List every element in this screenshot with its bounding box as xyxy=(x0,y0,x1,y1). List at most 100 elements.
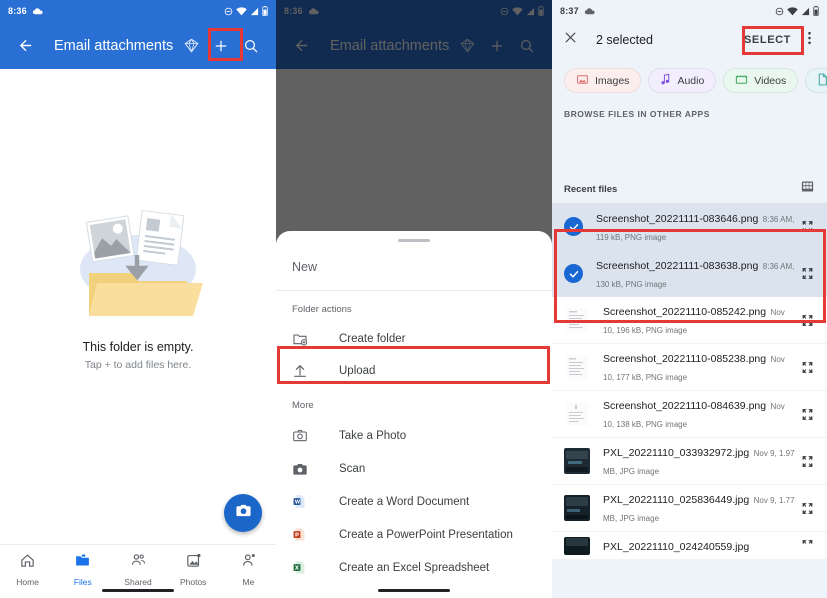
checked-icon[interactable] xyxy=(564,264,583,283)
file-row[interactable]: Screenshot_20221110-085238.png Nov 10, 1… xyxy=(552,344,827,391)
expand-icon[interactable] xyxy=(797,267,817,280)
nav-item-shared[interactable]: Shared xyxy=(110,552,165,587)
nav-item-me[interactable]: Me xyxy=(221,552,276,587)
menu-item-take-a-photo[interactable]: Take a Photo xyxy=(276,419,552,452)
image-icon xyxy=(576,73,589,89)
search-icon[interactable] xyxy=(236,31,266,61)
expand-icon[interactable] xyxy=(797,314,817,327)
empty-subtitle: Tap + to add files here. xyxy=(84,358,192,371)
file-row[interactable]: PXL_20221110_024240559.jpg xyxy=(552,532,827,560)
checked-icon[interactable] xyxy=(564,217,583,236)
document-icon xyxy=(817,73,827,89)
file-thumbnail xyxy=(564,448,590,474)
file-meta: PXL_20221110_024240559.jpg xyxy=(603,537,797,555)
cloud-icon xyxy=(584,7,595,15)
add-button[interactable] xyxy=(206,31,236,61)
signal-icon xyxy=(250,7,259,16)
file-row[interactable]: PXL_20221110_033932972.jpg Nov 9, 1.97 M… xyxy=(552,438,827,485)
nav-item-home[interactable]: Home xyxy=(0,552,55,587)
menu-item-scan[interactable]: Scan xyxy=(276,452,552,485)
video-icon xyxy=(735,73,748,89)
status-bar-left-3: 8:37 xyxy=(560,6,595,16)
back-arrow-icon[interactable] xyxy=(10,31,40,61)
file-meta: Screenshot_20221110-085242.png Nov 10, 1… xyxy=(603,302,797,338)
menu-label-take-a-photo: Take a Photo xyxy=(339,429,407,442)
nav-label-files: Files xyxy=(73,577,92,587)
menu-item-create-excel[interactable]: Create an Excel Spreadsheet xyxy=(276,551,552,584)
sheet-title: New xyxy=(276,242,552,291)
home-icon xyxy=(19,552,36,574)
expand-icon[interactable] xyxy=(797,502,817,515)
menu-label-upload: Upload xyxy=(339,365,376,377)
status-bar-3: 8:37 xyxy=(552,0,827,22)
expand-icon[interactable] xyxy=(797,455,817,468)
app-bar: Email attachments xyxy=(0,22,276,69)
battery-icon xyxy=(262,6,268,16)
nav-label-me: Me xyxy=(242,577,255,587)
camera-outline-icon xyxy=(292,428,314,444)
status-bar-left: 8:36 xyxy=(8,6,43,16)
nav-label-photos: Photos xyxy=(179,577,207,587)
status-bar: 8:36 xyxy=(0,0,276,22)
camera-fab-button[interactable] xyxy=(224,494,262,532)
file-thumbnail xyxy=(564,495,590,521)
wifi-icon xyxy=(236,6,247,16)
expand-icon[interactable] xyxy=(797,539,817,552)
chip-label-videos: Videos xyxy=(754,74,787,87)
file-meta: Screenshot_20221110-084639.png Nov 10, 1… xyxy=(603,396,797,432)
nav-item-files[interactable]: Files xyxy=(55,552,110,587)
close-icon[interactable] xyxy=(563,30,578,50)
section-label-folder-actions: Folder actions xyxy=(292,304,352,315)
menu-item-create-folder[interactable]: Create folder xyxy=(276,323,552,355)
chip-images[interactable]: Images xyxy=(564,68,642,93)
scan-camera-icon xyxy=(292,461,314,477)
diamond-icon[interactable] xyxy=(176,31,206,61)
expand-icon[interactable] xyxy=(797,361,817,374)
bottom-navigation: Home Files Shared Photos Me xyxy=(0,544,276,598)
battery-icon xyxy=(813,6,819,16)
chip-label-audio: Audio xyxy=(677,74,705,87)
panel-file-picker: 8:37 2 selected SELECT Images Audio Vide… xyxy=(552,0,827,598)
recent-files-header: Recent files xyxy=(552,175,827,203)
file-row[interactable]: Screenshot_20221110-085242.png Nov 10, 1… xyxy=(552,297,827,344)
more-vert-icon[interactable] xyxy=(803,30,816,51)
word-icon xyxy=(292,494,314,509)
recent-files-label: Recent files xyxy=(564,183,618,195)
music-note-icon xyxy=(660,73,671,89)
page-title: Email attachments xyxy=(54,37,174,54)
menu-label-scan: Scan xyxy=(339,462,366,475)
file-row[interactable]: PXL_20221110_025836449.jpg Nov 9, 1.77 M… xyxy=(552,485,827,532)
menu-item-create-powerpoint[interactable]: Create a PowerPoint Presentation xyxy=(276,518,552,551)
file-meta: Screenshot_20221111-083638.png 8:36 AM, … xyxy=(596,256,797,292)
file-name: PXL_20221110_025836449.jpg xyxy=(603,494,750,506)
upload-icon xyxy=(292,363,314,379)
browse-files-label: BROWSE FILES IN OTHER APPS xyxy=(564,109,710,119)
chip-audio[interactable]: Audio xyxy=(648,68,717,93)
file-row[interactable]: Screenshot_20221111-083638.png 8:36 AM, … xyxy=(552,250,827,297)
selection-count: 2 selected xyxy=(596,33,653,47)
status-time-3: 8:37 xyxy=(560,6,579,16)
chip-label-images: Images xyxy=(595,74,630,87)
file-name: Screenshot_20221110-084639.png xyxy=(603,400,767,412)
panel-files-empty-folder: 8:36 Email attachments This folder is em… xyxy=(0,0,276,598)
select-button[interactable]: SELECT xyxy=(738,30,797,50)
file-name: PXL_20221110_024240559.jpg xyxy=(603,540,750,553)
cloud-icon xyxy=(32,7,43,15)
person-icon xyxy=(240,552,257,574)
expand-icon[interactable] xyxy=(797,408,817,421)
menu-item-upload[interactable]: Upload xyxy=(276,355,552,387)
chip-videos[interactable]: Videos xyxy=(723,68,799,93)
three-panel-screenshot: 8:36 Email attachments This folder is em… xyxy=(0,0,827,598)
empty-folder-illustration xyxy=(61,193,215,324)
create-folder-icon xyxy=(292,331,314,347)
file-row[interactable]: Screenshot_20221111-083646.png 8:36 AM, … xyxy=(552,203,827,250)
file-thumbnail xyxy=(564,533,590,559)
grid-view-icon[interactable] xyxy=(800,179,815,199)
expand-icon[interactable] xyxy=(797,220,817,233)
file-row[interactable]: Screenshot_20221110-084639.png Nov 10, 1… xyxy=(552,391,827,438)
nav-item-photos[interactable]: Photos xyxy=(166,552,221,587)
file-meta: PXL_20221110_033932972.jpg Nov 9, 1.97 M… xyxy=(603,443,797,479)
empty-state: This folder is empty. Tap + to add files… xyxy=(0,69,276,528)
chip-documents[interactable]: Docum xyxy=(805,68,827,93)
menu-item-create-word-document[interactable]: Create a Word Document xyxy=(276,485,552,518)
